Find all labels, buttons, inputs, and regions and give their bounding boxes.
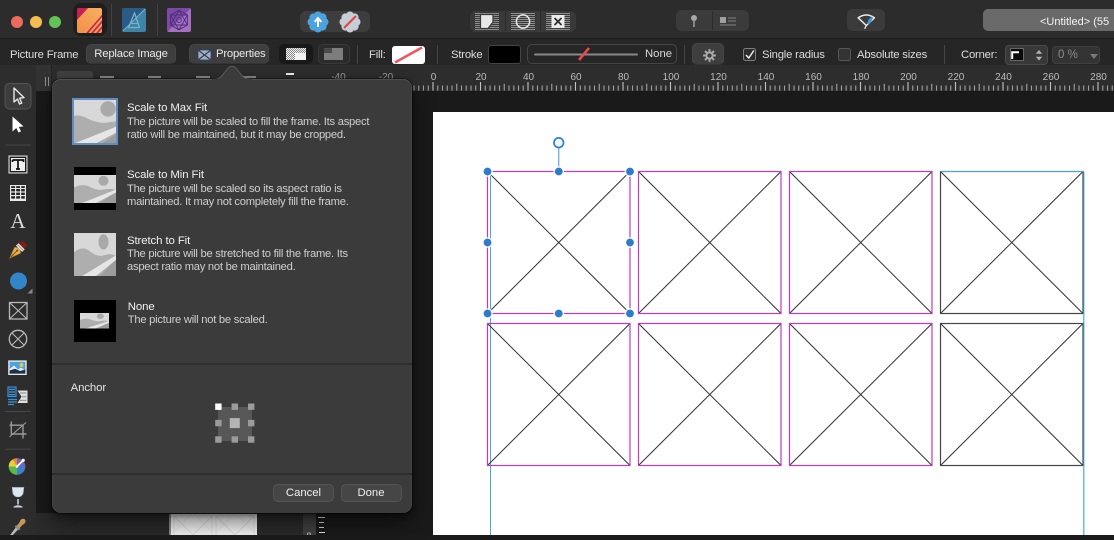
svg-text:160: 160 (805, 72, 822, 83)
svg-text:80: 80 (618, 72, 630, 83)
svg-text:280: 280 (1090, 72, 1107, 83)
svg-text:100: 100 (663, 72, 680, 83)
svg-text:A: A (10, 209, 26, 233)
svg-text:40: 40 (523, 72, 535, 83)
svg-text:240: 240 (995, 72, 1012, 83)
svg-text:0: 0 (431, 72, 437, 83)
svg-text:260: 260 (1043, 72, 1060, 83)
svg-text:140: 140 (758, 72, 775, 83)
svg-text:20: 20 (475, 72, 487, 83)
svg-text:60: 60 (570, 72, 582, 83)
svg-text:120: 120 (710, 72, 727, 83)
svg-text:220: 220 (948, 72, 965, 83)
svg-text:200: 200 (900, 72, 917, 83)
svg-text:180: 180 (853, 72, 870, 83)
